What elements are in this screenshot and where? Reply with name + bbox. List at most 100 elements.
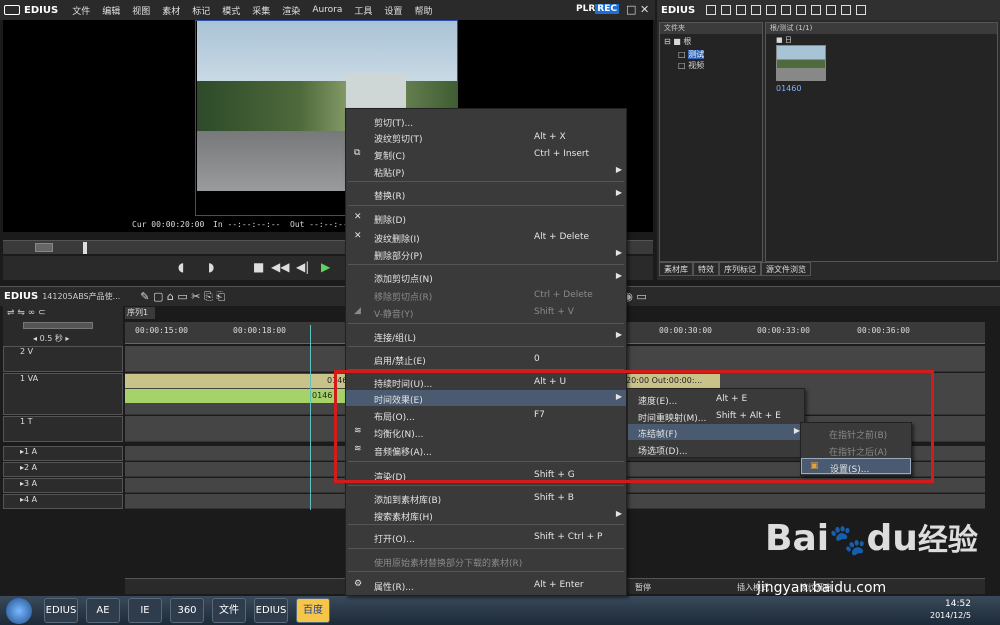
submenu-arrow-icon: ▶ <box>615 330 622 339</box>
context-menu-item[interactable]: 连接/组(L) ▶ <box>346 328 626 344</box>
menu-capture[interactable]: 采集 <box>246 4 276 17</box>
tab-sequence-markers[interactable]: 序列标记 <box>719 262 761 276</box>
menu-item-icon: ⚙ <box>354 579 363 589</box>
tree-root[interactable]: ⊟ ■ 根 <box>660 34 762 49</box>
menu-edit[interactable]: 编辑 <box>96 4 126 17</box>
tree-folder-test[interactable]: □ 测试 <box>660 49 762 60</box>
ruler-label: 00:00:36:00 <box>857 326 910 335</box>
context-menu-item[interactable]: 替换(R) ▶ <box>346 186 626 202</box>
set-in-icon[interactable]: ◖ <box>178 260 184 274</box>
context-menu-item[interactable]: ⧉ 复制(C) Ctrl + Insert <box>346 146 626 162</box>
clip-id: 01460 <box>776 84 802 93</box>
watermark-url: jingyan.baidu.com <box>757 580 887 596</box>
play-icon[interactable]: ▶ <box>321 260 330 274</box>
taskbar-ie-icon[interactable]: IE <box>128 598 162 623</box>
ruler-label: 00:00:33:00 <box>757 326 810 335</box>
menu-settings[interactable]: 设置 <box>378 4 408 17</box>
context-menu-item[interactable]: ✕ 删除(D) <box>346 210 626 226</box>
delete-icon[interactable] <box>841 5 852 15</box>
context-menu-item[interactable]: 添加剪切点(N) ▶ <box>346 269 626 285</box>
menu-view[interactable]: 视图 <box>126 4 156 17</box>
menu-separator <box>348 346 624 347</box>
context-menu-item[interactable]: ⚙ 属性(R)... Alt + Enter <box>346 577 626 593</box>
menu-clip[interactable]: 素材 <box>156 4 186 17</box>
clock-date: 2014/12/5 <box>930 611 972 620</box>
track-1a[interactable]: ▸1 A <box>3 446 123 461</box>
menu-file[interactable]: 文件 <box>66 4 96 17</box>
menu-separator <box>348 485 624 486</box>
cur-timecode: Cur 00:00:20:00 <box>132 220 205 229</box>
context-menu-item[interactable]: 启用/禁止(E) 0 <box>346 351 626 367</box>
taskbar-edius2-icon[interactable]: EDIUS <box>254 598 288 623</box>
context-menu-item[interactable]: 剪切(T)... <box>346 113 626 129</box>
color-bar-icon[interactable] <box>781 5 792 15</box>
set-out-icon[interactable]: ◗ <box>208 260 214 274</box>
timeline-tools-icon[interactable]: ✎ ▢ ⌂ ▭ ✂ ⎘ ⎗ <box>140 290 225 304</box>
scrub-handle[interactable] <box>83 242 87 254</box>
context-menu-item: 移除剪切点(R) Ctrl + Delete <box>374 290 593 303</box>
add-clip-icon[interactable] <box>751 5 762 15</box>
zoom-slider[interactable] <box>23 322 93 329</box>
search-icon[interactable] <box>721 5 732 15</box>
video-clip[interactable] <box>125 374 346 388</box>
track-3a[interactable]: ▸3 A <box>3 478 123 493</box>
context-menu-item[interactable]: 粘贴(P) ▶ <box>346 163 626 179</box>
status-pause: 暂停 <box>635 583 651 592</box>
paste-icon[interactable] <box>826 5 837 15</box>
bin-toolbar: EDIUS <box>657 0 1000 20</box>
track-2v[interactable]: 2 V <box>3 346 123 372</box>
menu-mode[interactable]: 模式 <box>216 4 246 17</box>
menu-tools[interactable]: 工具 <box>348 4 378 17</box>
sequence-tab[interactable]: 序列1 <box>125 307 155 319</box>
step-back-icon[interactable]: ◀| <box>296 260 309 274</box>
tab-effects[interactable]: 特效 <box>693 262 719 276</box>
submenu-arrow-icon: ▶ <box>615 248 622 257</box>
track-1t[interactable]: 1 T <box>3 416 123 442</box>
windows-taskbar: EDIUS AE IE 360 文件 EDIUS 百度 14:52 2014/1… <box>0 596 1000 625</box>
timeline-header-controls: ⇌ ⇋ ∞ ⊂ ◂ 0.5 秒 ▸ <box>3 306 123 346</box>
context-menu-item[interactable]: 搜索素材库(H) ▶ <box>346 507 626 523</box>
taskbar-360-icon[interactable]: 360 <box>170 598 204 623</box>
context-menu-item[interactable]: 删除部分(P) ▶ <box>346 246 626 262</box>
playhead[interactable] <box>310 325 311 510</box>
close-icon[interactable]: ✕ <box>640 3 649 16</box>
taskbar-edius-icon[interactable]: EDIUS <box>44 598 78 623</box>
cut-icon[interactable] <box>796 5 807 15</box>
folder-icon[interactable] <box>706 5 717 15</box>
menu-separator <box>348 205 624 206</box>
context-menu-item[interactable]: 波纹剪切(T) Alt + X <box>346 129 626 145</box>
track-2a[interactable]: ▸2 A <box>3 462 123 477</box>
menu-marker[interactable]: 标记 <box>186 4 216 17</box>
tab-bin[interactable]: 素材库 <box>659 262 693 276</box>
menu-help[interactable]: 帮助 <box>408 4 438 17</box>
restore-icon[interactable]: □ <box>626 3 636 16</box>
tree-folder-video[interactable]: □ 视频 <box>660 60 762 71</box>
rewind-icon[interactable]: ◀◀ <box>271 260 289 274</box>
menu-aurora[interactable]: Aurora <box>306 5 348 15</box>
track-4a[interactable]: ▸4 A <box>3 494 123 509</box>
taskbar-baidu-icon[interactable]: 百度 <box>296 598 330 623</box>
minimize-icon[interactable]: – <box>612 3 618 16</box>
context-menu-item[interactable]: 添加到素材库(B) Shift + B <box>346 490 626 506</box>
menu-render[interactable]: 渲染 <box>276 4 306 17</box>
zoom-level[interactable]: ◂ 0.5 秒 ▸ <box>33 333 69 344</box>
jog-button[interactable] <box>35 243 53 252</box>
properties-icon[interactable] <box>856 5 867 15</box>
project-name: 141205ABS产品使... <box>42 292 121 301</box>
stop-icon[interactable]: ■ <box>253 260 264 274</box>
up-icon[interactable] <box>736 5 747 15</box>
text-icon[interactable] <box>766 5 777 15</box>
taskbar-ae-icon[interactable]: AE <box>86 598 120 623</box>
context-menu-item[interactable]: 打开(O)... Shift + Ctrl + P <box>346 529 626 545</box>
main-menubar: EDIUS 文件 编辑 视图 素材 标记 模式 采集 渲染 Aurora 工具 … <box>0 0 655 20</box>
taskbar-explorer-icon[interactable]: 文件 <box>212 598 246 623</box>
track-1va[interactable]: 1 VA <box>3 373 123 415</box>
clip-thumbnail[interactable] <box>776 45 826 81</box>
copy-icon[interactable] <box>811 5 822 15</box>
tab-source-browser[interactable]: 源文件浏览 <box>761 262 811 276</box>
track-tools-icon[interactable]: ⇌ ⇋ ∞ ⊂ <box>3 306 123 320</box>
bin-tabs: 素材库 特效 序列标记 源文件浏览 <box>659 262 998 276</box>
context-menu-item[interactable]: ✕ 波纹删除(I) Alt + Delete <box>346 229 626 245</box>
start-button[interactable] <box>6 598 32 624</box>
submenu-arrow-icon: ▶ <box>615 188 622 197</box>
